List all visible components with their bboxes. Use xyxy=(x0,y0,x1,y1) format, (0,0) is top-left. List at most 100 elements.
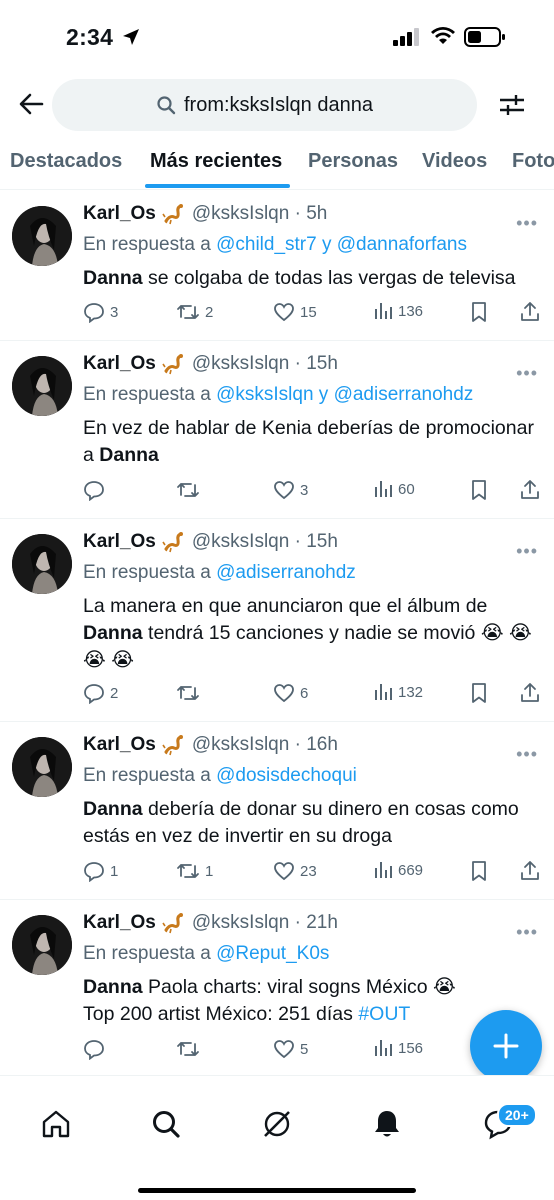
share-button[interactable] xyxy=(519,301,546,323)
grok-icon[interactable] xyxy=(261,1108,293,1140)
back-arrow-icon[interactable] xyxy=(16,89,46,119)
tweet[interactable]: Karl_Os @ksksIslqn · 5h ••• En respuesta… xyxy=(0,191,554,341)
tweet[interactable]: Karl_Os @ksksIslqn · 15h ••• En respuest… xyxy=(0,519,554,722)
views-button[interactable]: 60 xyxy=(373,479,415,499)
tweet[interactable]: Karl_Os @ksksIslqn · 15h ••• En respuest… xyxy=(0,341,554,519)
retweet-button[interactable]: 1 xyxy=(176,860,213,882)
author-handle: @ksksIslqn xyxy=(191,203,290,224)
reply-button[interactable]: 2 xyxy=(83,682,118,704)
tweet[interactable]: Karl_Os @ksksIslqn · 16h ••• En respuest… xyxy=(0,722,554,900)
avatar[interactable] xyxy=(12,206,72,266)
views-chart-icon xyxy=(375,1040,392,1056)
mention-link[interactable]: @adiserranohdz xyxy=(334,384,474,405)
notifications-bell-icon[interactable] xyxy=(371,1108,403,1140)
views-button[interactable]: 156 xyxy=(373,1038,423,1058)
avatar[interactable] xyxy=(12,737,72,797)
views-button[interactable]: 136 xyxy=(373,301,423,321)
tweet-text: Danna se colgaba de todas las vergas de … xyxy=(83,267,516,289)
retweet-button[interactable] xyxy=(176,1038,205,1060)
scorpion-emoji-icon xyxy=(162,204,183,225)
share-button[interactable] xyxy=(519,860,546,882)
author-handle: @ksksIslqn xyxy=(191,734,290,755)
mention-link[interactable]: @dannaforfans xyxy=(337,234,467,255)
tab-mas-recientes[interactable]: Más recientes xyxy=(150,150,282,173)
author-handle: @ksksIslqn xyxy=(191,353,290,374)
tweet-time: 15h xyxy=(306,353,338,374)
share-icon xyxy=(521,480,539,499)
tweet-actions: 3 2 15 136 xyxy=(83,301,543,327)
bookmark-button[interactable] xyxy=(469,479,494,501)
author-name[interactable]: Karl_Os xyxy=(83,734,156,756)
like-button[interactable]: 6 xyxy=(273,682,308,704)
reply-button[interactable]: 3 xyxy=(83,301,118,323)
mention-link[interactable]: @adiserranohdz xyxy=(216,562,356,583)
heart-icon xyxy=(274,862,294,881)
retweet-button[interactable]: 2 xyxy=(176,301,213,323)
more-options-icon[interactable]: ••• xyxy=(516,744,538,765)
like-button[interactable]: 23 xyxy=(273,860,317,882)
author-name[interactable]: Karl_Os xyxy=(83,203,156,225)
reply-button[interactable] xyxy=(83,1038,110,1060)
author-name[interactable]: Karl_Os xyxy=(83,353,156,375)
bookmark-button[interactable] xyxy=(469,860,494,882)
more-options-icon[interactable]: ••• xyxy=(516,363,538,384)
avatar[interactable] xyxy=(12,534,72,594)
views-button[interactable]: 132 xyxy=(373,682,423,702)
mention-link[interactable]: @child_str7 xyxy=(216,234,317,255)
active-tab-indicator xyxy=(145,184,290,188)
search-input[interactable]: from:ksksIslqn danna xyxy=(52,79,477,131)
retweet-icon xyxy=(177,305,199,319)
share-button[interactable] xyxy=(519,479,546,501)
mention-link[interactable]: @dosisdechoqui xyxy=(216,765,357,786)
retweet-icon xyxy=(177,1042,199,1056)
mention-link[interactable]: @ksksIslqn xyxy=(216,384,313,405)
search-tabs: Destacados Más recientes Personas Videos… xyxy=(0,138,554,190)
search-query: from:ksksIslqn danna xyxy=(184,93,373,116)
like-button[interactable]: 5 xyxy=(273,1038,308,1060)
status-time: 2:34 xyxy=(66,24,114,50)
retweet-icon xyxy=(177,483,199,497)
tweet-text: La manera en que anunciaron que el álbum… xyxy=(83,595,532,671)
search-icon xyxy=(157,96,176,115)
views-button[interactable]: 669 xyxy=(373,860,423,880)
battery-icon xyxy=(464,27,505,47)
more-options-icon[interactable]: ••• xyxy=(516,541,538,562)
tweet-actions: 2 6 132 xyxy=(83,682,543,708)
scorpion-emoji-icon xyxy=(162,913,183,934)
mention-link[interactable]: @Reput_K0s xyxy=(216,943,329,964)
retweet-button[interactable] xyxy=(176,682,205,704)
bookmark-button[interactable] xyxy=(469,682,494,704)
reply-button[interactable] xyxy=(83,479,110,501)
home-icon[interactable] xyxy=(40,1108,72,1140)
more-options-icon[interactable]: ••• xyxy=(516,213,538,234)
share-icon xyxy=(521,861,539,880)
filter-settings-icon[interactable] xyxy=(497,90,527,120)
tab-destacados[interactable]: Destacados xyxy=(10,150,122,173)
location-arrow-icon xyxy=(123,29,139,45)
author-name[interactable]: Karl_Os xyxy=(83,531,156,553)
avatar[interactable] xyxy=(12,356,72,416)
tab-videos[interactable]: Videos xyxy=(422,150,487,173)
bookmark-button[interactable] xyxy=(469,301,494,323)
search-nav-icon[interactable] xyxy=(150,1108,182,1140)
tab-fotos[interactable]: Foto xyxy=(512,150,554,173)
reply-icon xyxy=(84,481,104,501)
author-name[interactable]: Karl_Os xyxy=(83,912,156,934)
reply-button[interactable]: 1 xyxy=(83,860,118,882)
tab-personas[interactable]: Personas xyxy=(308,150,398,173)
tweet-time: 5h xyxy=(306,203,328,224)
avatar[interactable] xyxy=(12,915,72,975)
reply-context: En respuesta a @adiserranohdz xyxy=(83,562,356,583)
like-button[interactable]: 3 xyxy=(273,479,308,501)
more-options-icon[interactable]: ••• xyxy=(516,922,538,943)
retweet-button[interactable] xyxy=(176,479,205,501)
share-button[interactable] xyxy=(519,682,546,704)
like-button[interactable]: 15 xyxy=(273,301,317,323)
compose-button[interactable] xyxy=(470,1010,542,1082)
tweet-time: 15h xyxy=(306,531,338,552)
reply-context: En respuesta a @child_str7 y @dannaforfa… xyxy=(83,234,467,255)
plus-icon xyxy=(493,1033,519,1059)
views-chart-icon xyxy=(375,303,392,319)
scorpion-emoji-icon xyxy=(162,735,183,756)
hashtag-link[interactable]: #OUT xyxy=(358,1003,410,1025)
